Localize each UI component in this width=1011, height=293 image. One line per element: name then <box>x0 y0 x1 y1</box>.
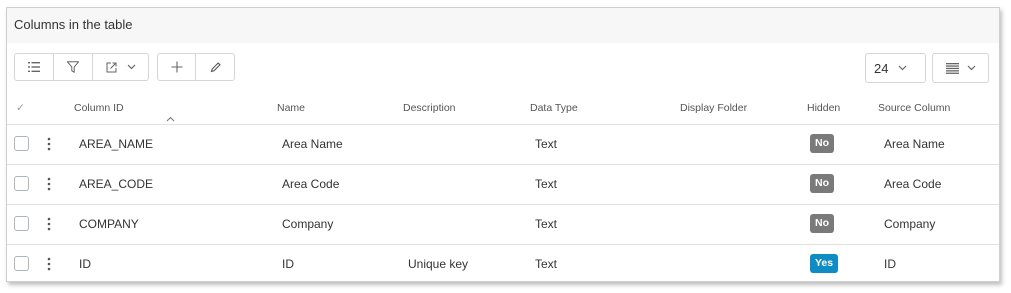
cell-data-type: Text <box>535 257 558 271</box>
filter-button[interactable] <box>54 54 93 80</box>
table-row[interactable]: AREA_NAME Area Name Text No Area Name <box>7 125 999 165</box>
row-checkbox[interactable] <box>14 216 29 231</box>
chevron-down-icon <box>967 65 975 71</box>
cell-data-type: Text <box>535 137 558 151</box>
header-display-folder[interactable]: Display Folder <box>680 102 747 114</box>
hidden-badge: Yes <box>810 254 839 273</box>
view-icon <box>945 62 959 74</box>
cell-source-column: Company <box>884 217 936 231</box>
filter-icon <box>67 61 79 73</box>
page-size-select[interactable]: 24 <box>865 53 926 83</box>
table-row[interactable]: COMPANY Company Text No Company <box>7 205 999 245</box>
hidden-badge: No <box>810 134 834 153</box>
chevron-down-icon <box>127 64 135 70</box>
more-options-icon[interactable] <box>46 177 52 191</box>
header-name[interactable]: Name <box>277 102 305 114</box>
cell-name: Area Code <box>282 177 340 191</box>
export-icon <box>106 62 116 72</box>
toolbar-group-view <box>14 53 149 81</box>
edit-button[interactable] <box>196 54 234 80</box>
more-options-icon[interactable] <box>46 217 52 231</box>
more-options-icon[interactable] <box>46 137 52 151</box>
chevron-down-icon <box>899 65 907 71</box>
cell-source-column: Area Code <box>884 177 942 191</box>
panel-title: Columns in the table <box>14 17 133 32</box>
row-checkbox[interactable] <box>14 176 29 191</box>
row-checkbox[interactable] <box>14 136 29 151</box>
cell-data-type: Text <box>535 177 558 191</box>
list-icon <box>28 62 40 72</box>
row-checkbox[interactable] <box>14 256 29 271</box>
select-all-checkmark[interactable]: ✓ <box>16 102 25 114</box>
table-row[interactable]: AREA_CODE Area Code Text No Area Code <box>7 165 999 205</box>
hidden-badge: No <box>810 214 834 233</box>
edit-icon <box>210 61 221 72</box>
more-options-icon[interactable] <box>46 257 52 271</box>
header-column-id[interactable]: Column ID <box>74 102 124 114</box>
cell-data-type: Text <box>535 217 558 231</box>
header-source-column[interactable]: Source Column <box>878 102 950 114</box>
hidden-badge: No <box>810 174 834 193</box>
toolbar-group-edit <box>157 53 235 81</box>
cell-column-id: COMPANY <box>79 217 139 231</box>
cell-description: Unique key <box>408 257 469 271</box>
cell-name: ID <box>282 257 294 271</box>
cell-name: Company <box>282 217 334 231</box>
export-button[interactable] <box>93 54 148 80</box>
cell-column-id: AREA_NAME <box>79 137 154 151</box>
sort-ascending-icon[interactable] <box>166 116 175 122</box>
cell-column-id: ID <box>79 257 91 271</box>
cell-column-id: AREA_CODE <box>79 177 154 191</box>
add-button[interactable] <box>158 54 197 80</box>
columns-panel: Columns in the table 24 ✓ Column ID Name… <box>6 7 1000 282</box>
view-options-button[interactable] <box>932 53 989 83</box>
list-options-button[interactable] <box>15 54 54 80</box>
cell-source-column: Area Name <box>884 137 945 151</box>
header-description[interactable]: Description <box>403 102 456 114</box>
page-size-value: 24 <box>874 60 889 76</box>
add-icon <box>171 61 182 73</box>
panel-header: Columns in the table <box>7 8 999 43</box>
table-row[interactable]: ID ID Unique key Text Yes ID <box>7 245 999 285</box>
cell-source-column: ID <box>884 257 896 271</box>
header-data-type[interactable]: Data Type <box>530 102 578 114</box>
header-hidden[interactable]: Hidden <box>807 102 840 114</box>
cell-name: Area Name <box>282 137 343 151</box>
